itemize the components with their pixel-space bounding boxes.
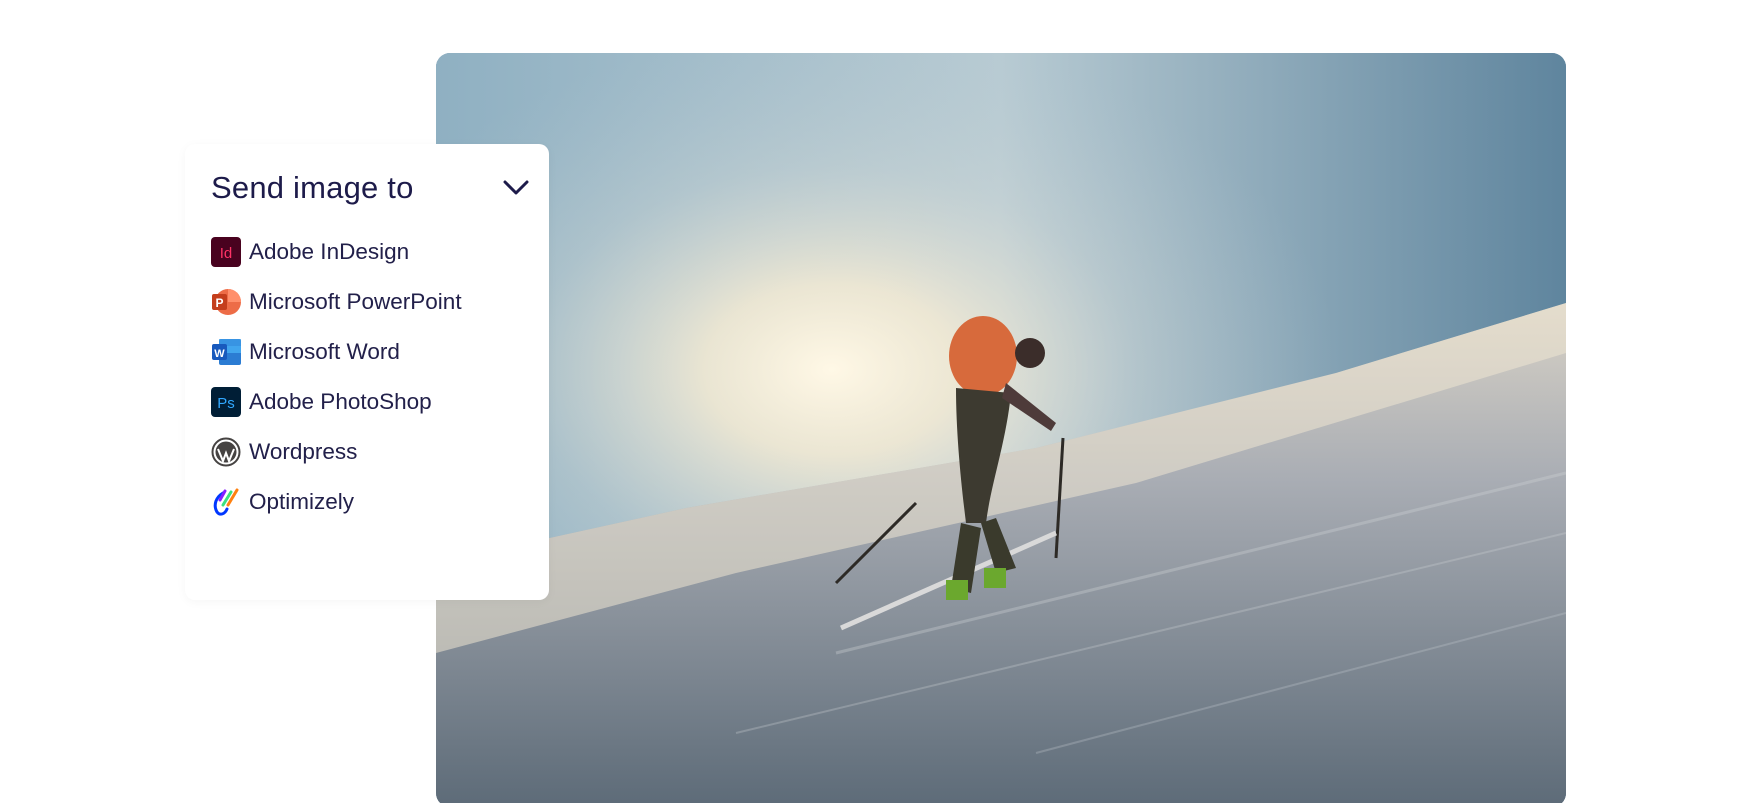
adobe-indesign-icon: Id: [211, 237, 241, 267]
list-item-microsoft-powerpoint[interactable]: P Microsoft PowerPoint: [211, 277, 462, 327]
page: Send image to Id Adobe InDesign P Micros…: [0, 0, 1757, 803]
destination-list: Id Adobe InDesign P Microsoft PowerPoint: [211, 227, 462, 527]
panel-header[interactable]: Send image to: [211, 168, 531, 208]
wordpress-icon: [211, 437, 241, 467]
chevron-down-icon[interactable]: [501, 173, 531, 203]
panel-title: Send image to: [211, 170, 414, 205]
list-item-label: Microsoft PowerPoint: [249, 289, 462, 314]
adobe-photoshop-icon: Ps: [211, 387, 241, 417]
list-item-optimizely[interactable]: Optimizely: [211, 477, 462, 527]
microsoft-powerpoint-icon: P: [211, 287, 241, 317]
microsoft-word-icon: W: [211, 337, 241, 367]
list-item-label: Adobe InDesign: [249, 239, 410, 264]
list-item-microsoft-word[interactable]: W Microsoft Word: [211, 327, 462, 377]
list-item-label: Optimizely: [249, 489, 355, 514]
skier-on-snowy-slope-image: [436, 53, 1566, 803]
svg-text:P: P: [215, 296, 223, 310]
optimizely-icon: [211, 487, 241, 517]
skier-photo: [436, 53, 1566, 803]
list-item-adobe-indesign[interactable]: Id Adobe InDesign: [211, 227, 462, 277]
send-image-panel: Send image to Id Adobe InDesign P Micros…: [185, 144, 549, 600]
svg-text:W: W: [214, 348, 225, 360]
svg-text:Id: Id: [220, 245, 233, 262]
list-item-wordpress[interactable]: Wordpress: [211, 427, 462, 477]
list-item-adobe-photoshop[interactable]: Ps Adobe PhotoShop: [211, 377, 462, 427]
list-item-label: Microsoft Word: [249, 339, 400, 364]
list-item-label: Wordpress: [249, 439, 358, 464]
svg-text:Ps: Ps: [217, 395, 235, 412]
list-item-label: Adobe PhotoShop: [249, 389, 432, 414]
